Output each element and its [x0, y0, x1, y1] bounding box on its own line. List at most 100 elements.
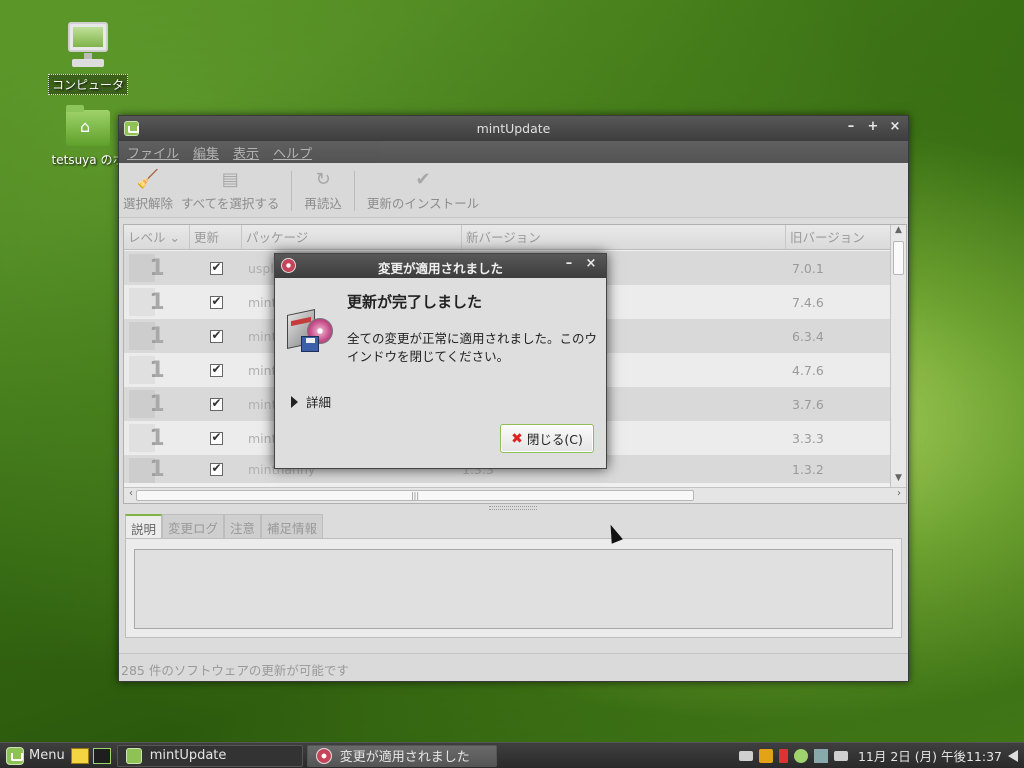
scroll-down-arrow-icon[interactable]: ▼ — [891, 473, 906, 487]
status-bar: 285 件のソフトウェアの更新が可能です — [119, 653, 908, 681]
column-header-level[interactable]: レベル ⌄ — [124, 225, 190, 249]
install-updates-label: 更新のインストール — [366, 196, 480, 211]
mint-logo-icon — [6, 746, 24, 765]
changes-applied-dialog: 変更が適用されました – × 更新が完了しました 全ての変更が正常に適用されまし… — [274, 253, 607, 469]
old-version: 7.0.1 — [792, 260, 824, 276]
close-window-button[interactable]: × — [886, 119, 904, 134]
update-checkbox[interactable] — [209, 396, 223, 411]
dialog-heading: 更新が完了しました — [347, 293, 483, 311]
network-icon[interactable] — [813, 748, 828, 763]
vertical-scroll-thumb[interactable] — [893, 241, 904, 275]
column-header-update[interactable]: 更新 — [190, 225, 242, 249]
old-version: 4.7.6 — [792, 362, 824, 378]
old-version: 3.3.3 — [792, 430, 824, 446]
update-checkbox[interactable] — [209, 294, 223, 309]
update-checkbox[interactable] — [209, 260, 223, 275]
tab-changelog[interactable]: 変更ログ — [162, 514, 225, 541]
select-all-button[interactable]: ▤ すべてを選択する — [177, 167, 283, 212]
text-editor-icon[interactable] — [70, 747, 89, 764]
computer-icon — [64, 22, 112, 72]
clock[interactable]: 11月 2日 (月) 午後11:37 — [858, 746, 1002, 765]
details-expander[interactable]: 詳細 — [291, 392, 331, 411]
refresh-icon: ↻ — [315, 169, 331, 190]
quick-launch — [70, 747, 111, 764]
checkmark-icon: ✔ — [415, 169, 431, 190]
desktop-icon-computer[interactable]: コンピュータ — [43, 22, 133, 95]
keyboard-layout-icon[interactable] — [833, 750, 848, 761]
expander-triangle-icon — [291, 395, 298, 408]
task-mintupdate[interactable]: mintUpdate — [116, 744, 303, 767]
close-icon: ✖ — [511, 430, 523, 447]
update-manager-tray-icon[interactable] — [793, 748, 808, 763]
clear-selection-label: 選択解除 — [123, 196, 174, 211]
dialog-message: 全ての変更が正常に適用されました。このウインドウを閉じてください。 — [347, 331, 598, 364]
update-checkbox[interactable] — [209, 430, 223, 445]
info-tabs: 説明 変更ログ 注意 補足情報 — [125, 514, 324, 541]
desktop-icon-label: tetsuya のホ — [51, 153, 125, 167]
select-all-label: すべてを選択する — [181, 196, 280, 211]
description-panel — [125, 538, 902, 638]
menu-edit[interactable]: 編集 — [193, 143, 219, 162]
table-header: レベル ⌄ 更新 パッケージ 新バージョン 旧バージョン — [124, 225, 906, 250]
taskbar: Menu mintUpdate 変更が適用されました 11月 2日 (月) 午後… — [0, 742, 1024, 768]
toolbar-separator — [353, 171, 355, 211]
dialog-minimize-button[interactable]: – — [560, 256, 578, 271]
column-header-new-version[interactable]: 新バージョン — [462, 225, 786, 249]
toolbar-separator — [291, 171, 293, 211]
task-label: 変更が適用されました — [339, 750, 470, 765]
old-version: 3.7.6 — [792, 396, 824, 412]
tab-description[interactable]: 説明 — [125, 514, 163, 541]
dialog-titlebar[interactable]: 変更が適用されました – × — [275, 254, 606, 278]
old-version: 1.3.2 — [792, 461, 824, 477]
horizontal-scroll-thumb[interactable]: ||| — [136, 490, 694, 501]
scroll-up-arrow-icon[interactable]: ▲ — [891, 225, 906, 239]
volume-icon[interactable] — [1008, 749, 1018, 762]
minimize-button[interactable]: – — [842, 119, 860, 134]
menu-label: Menu — [29, 748, 65, 763]
keyboard-icon[interactable] — [738, 750, 753, 761]
lock-icon[interactable] — [758, 748, 773, 763]
refresh-button[interactable]: ↻ 再読込 — [300, 167, 346, 212]
update-checkbox[interactable] — [209, 461, 223, 476]
clear-selection-button[interactable]: 🧹 選択解除 — [119, 167, 177, 212]
update-checkbox[interactable] — [209, 328, 223, 343]
document-icon: ▤ — [221, 169, 239, 190]
window-titlebar[interactable]: mintUpdate – + × — [119, 116, 908, 141]
old-version: 6.3.4 — [792, 328, 824, 344]
column-header-package[interactable]: パッケージ — [242, 225, 462, 249]
dialog-title: 変更が適用されました — [377, 261, 503, 276]
start-menu-button[interactable]: Menu — [0, 746, 71, 765]
mintupdate-task-icon — [125, 747, 142, 764]
maximize-button[interactable]: + — [864, 119, 882, 134]
pane-resize-handle[interactable] — [489, 506, 537, 510]
system-tray: 11月 2日 (月) 午後11:37 — [738, 746, 1018, 765]
vertical-scrollbar[interactable]: ▲ ▼ — [890, 225, 906, 487]
task-dialog[interactable]: 変更が適用されました — [306, 744, 497, 767]
install-updates-button[interactable]: ✔ 更新のインストール — [363, 167, 483, 212]
description-text-area[interactable] — [134, 549, 893, 629]
column-header-old-version[interactable]: 旧バージョン — [786, 225, 886, 249]
window-title: mintUpdate — [476, 121, 551, 136]
home-folder-icon: ⌂ — [66, 105, 110, 146]
toolbar: 🧹 選択解除 ▤ すべてを選択する ↻ 再読込 ✔ 更新のインストール — [119, 163, 908, 218]
sort-chevron-icon: ⌄ — [169, 230, 180, 245]
dialog-task-icon — [315, 747, 332, 764]
desktop-icon-label: コンピュータ — [47, 74, 128, 95]
close-button[interactable]: ✖ 閉じる(C) — [500, 424, 594, 453]
old-version: 7.4.6 — [792, 294, 824, 310]
close-button-label: 閉じる(C) — [526, 432, 583, 447]
battery-icon[interactable] — [778, 748, 788, 763]
horizontal-scrollbar[interactable]: ‹ ||| › — [124, 487, 906, 503]
tab-extra-info[interactable]: 補足情報 — [261, 514, 324, 541]
broom-icon: 🧹 — [136, 169, 160, 190]
scroll-right-arrow-icon[interactable]: › — [892, 488, 906, 503]
update-checkbox[interactable] — [209, 362, 223, 377]
menu-help[interactable]: ヘルプ — [273, 143, 312, 162]
dialog-close-x-button[interactable]: × — [582, 256, 600, 271]
task-label: mintUpdate — [149, 748, 227, 763]
menu-file[interactable]: ファイル — [127, 143, 179, 162]
terminal-icon[interactable] — [92, 747, 111, 764]
menu-view[interactable]: 表示 — [233, 143, 259, 162]
details-label: 詳細 — [306, 395, 332, 410]
tab-warnings[interactable]: 注意 — [224, 514, 262, 541]
